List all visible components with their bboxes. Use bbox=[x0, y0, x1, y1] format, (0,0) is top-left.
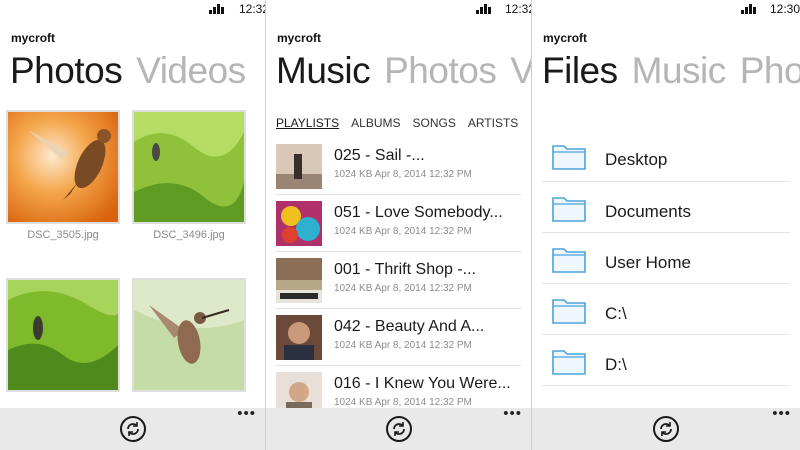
pivot-header: Photos Videos bbox=[10, 49, 260, 93]
app-title: mycroft bbox=[11, 31, 56, 45]
pivot-item-photos[interactable]: Pho bbox=[740, 50, 800, 91]
song-meta: 1024 KB Apr 8, 2014 12:32 PM bbox=[334, 283, 472, 294]
status-time: 12:32 bbox=[239, 2, 265, 16]
folder-name: D:\ bbox=[605, 355, 627, 374]
photo-thumbnail[interactable] bbox=[132, 278, 246, 392]
folder-icon bbox=[552, 194, 586, 227]
photo-thumbnail[interactable] bbox=[132, 110, 246, 224]
battery-icon bbox=[209, 4, 226, 14]
pivot-item-music[interactable]: Music bbox=[276, 50, 371, 91]
folder-name: C:\ bbox=[605, 304, 627, 323]
list-item[interactable]: 001 - Thrift Shop -... 1024 KB Apr 8, 20… bbox=[276, 252, 521, 309]
pivot-item-files[interactable]: Files bbox=[542, 50, 618, 91]
folder-icon bbox=[552, 296, 586, 329]
folder-icon bbox=[552, 347, 586, 380]
refresh-icon[interactable] bbox=[119, 416, 146, 442]
song-title: 051 - Love Somebody... bbox=[334, 204, 503, 221]
song-meta: 1024 KB Apr 8, 2014 12:32 PM bbox=[334, 397, 472, 408]
song-meta: 1024 KB Apr 8, 2014 12:32 PM bbox=[334, 340, 472, 351]
music-area: PLAYLISTS ALBUMS SONGS ARTISTS 025 - Sai… bbox=[266, 100, 531, 408]
list-item[interactable]: 016 - I Knew You Were... 1024 KB Apr 8, … bbox=[276, 366, 521, 408]
photo-tile[interactable] bbox=[132, 278, 246, 397]
subtab-songs[interactable]: SONGS bbox=[413, 116, 456, 130]
screen-files: 12:30 mycroft Files Music Pho Desktop Docum… bbox=[532, 0, 800, 450]
app-bar: ••• bbox=[532, 406, 800, 450]
pivot-header: Files Music Pho bbox=[542, 49, 800, 93]
song-title: 042 - Beauty And A... bbox=[334, 318, 485, 335]
folder-item[interactable]: User Home bbox=[542, 233, 790, 284]
folder-list: Desktop Documents User Home C:\ D:\ bbox=[542, 130, 790, 386]
list-item[interactable]: 042 - Beauty And A... 1024 KB Apr 8, 201… bbox=[276, 309, 521, 366]
status-time: 12:32 bbox=[505, 2, 531, 16]
folder-icon bbox=[552, 142, 586, 175]
album-art bbox=[276, 372, 322, 408]
list-item[interactable]: 025 - Sail -... 1024 KB Apr 8, 2014 12:3… bbox=[276, 138, 521, 195]
screen-photos: 12:32 mycroft Photos Videos bbox=[0, 0, 266, 450]
song-meta: 1024 KB Apr 8, 2014 12:32 PM bbox=[334, 226, 472, 237]
app-bar: ••• bbox=[0, 406, 265, 450]
list-item[interactable]: 051 - Love Somebody... 1024 KB Apr 8, 20… bbox=[276, 195, 521, 252]
folder-name: Documents bbox=[605, 202, 691, 221]
photo-thumbnail[interactable] bbox=[6, 110, 120, 224]
app-title: mycroft bbox=[543, 31, 588, 45]
album-art bbox=[276, 144, 322, 189]
photo-tile[interactable]: DSC_3505.jpg bbox=[6, 110, 120, 241]
battery-icon bbox=[476, 4, 493, 14]
pivot-item-videos[interactable]: Videos bbox=[136, 50, 246, 91]
app-bar: ••• bbox=[266, 406, 531, 450]
subtab-playlists[interactable]: PLAYLISTS bbox=[276, 116, 339, 130]
photo-tile[interactable]: DSC_3496.jpg bbox=[132, 110, 246, 241]
files-area: Desktop Documents User Home C:\ D:\ bbox=[532, 100, 800, 408]
more-icon[interactable]: ••• bbox=[503, 406, 522, 421]
more-icon[interactable]: ••• bbox=[772, 406, 791, 421]
folder-item[interactable]: D:\ bbox=[542, 335, 790, 386]
song-title: 016 - I Knew You Were... bbox=[334, 375, 511, 392]
pivot-item-videos[interactable]: V bbox=[510, 50, 531, 91]
folder-item[interactable]: C:\ bbox=[542, 284, 790, 335]
photo-tile[interactable] bbox=[6, 278, 120, 397]
photo-caption: DSC_3496.jpg bbox=[153, 229, 225, 241]
pivot-item-photos[interactable]: Photos bbox=[10, 50, 123, 91]
battery-icon bbox=[741, 4, 758, 14]
folder-name: Desktop bbox=[605, 150, 668, 169]
album-art bbox=[276, 201, 322, 246]
song-meta: 1024 KB Apr 8, 2014 12:32 PM bbox=[334, 169, 472, 180]
folder-name: User Home bbox=[605, 253, 691, 272]
status-bar: 12:32 bbox=[0, 0, 265, 18]
song-title: 025 - Sail -... bbox=[334, 147, 425, 164]
album-art bbox=[276, 315, 322, 360]
pivot-item-music[interactable]: Music bbox=[632, 50, 727, 91]
photo-grid-area: DSC_3505.jpg DSC_3496.jpg bbox=[0, 100, 265, 408]
pivot-header: Music Photos V bbox=[276, 49, 531, 93]
status-time: 12:30 bbox=[770, 2, 800, 16]
music-subtabs: PLAYLISTS ALBUMS SONGS ARTISTS bbox=[276, 116, 531, 130]
refresh-icon[interactable] bbox=[653, 416, 679, 442]
screen-music: 12:32 mycroft Music Photos V PLAYLISTS ALB… bbox=[266, 0, 532, 450]
album-art bbox=[276, 258, 322, 303]
photo-caption: DSC_3505.jpg bbox=[27, 229, 99, 241]
folder-item[interactable]: Desktop bbox=[542, 130, 790, 182]
song-list: 025 - Sail -... 1024 KB Apr 8, 2014 12:3… bbox=[276, 138, 521, 408]
subtab-artists[interactable]: ARTISTS bbox=[468, 116, 518, 130]
folder-icon bbox=[552, 245, 586, 278]
refresh-icon[interactable] bbox=[385, 416, 412, 442]
status-bar: 12:32 bbox=[266, 0, 531, 18]
song-title: 001 - Thrift Shop -... bbox=[334, 261, 476, 278]
subtab-albums[interactable]: ALBUMS bbox=[351, 116, 400, 130]
folder-item[interactable]: Documents bbox=[542, 182, 790, 233]
app-title: mycroft bbox=[277, 31, 322, 45]
more-icon[interactable]: ••• bbox=[237, 406, 256, 421]
status-bar: 12:30 bbox=[532, 0, 800, 18]
photo-thumbnail[interactable] bbox=[6, 278, 120, 392]
pivot-item-photos[interactable]: Photos bbox=[384, 50, 497, 91]
